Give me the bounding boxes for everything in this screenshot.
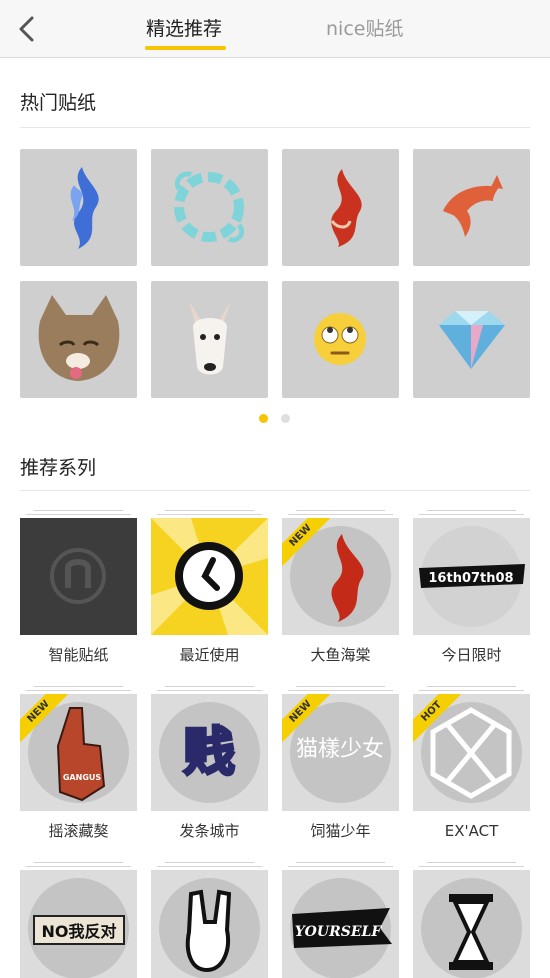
cover-text: 猫樣少女 [296, 737, 384, 762]
blue-flame-sticker-icon [70, 167, 99, 249]
stack-line [296, 510, 385, 511]
eye-roll-emoji-sticker-icon [314, 313, 366, 365]
active-tab-indicator [145, 46, 226, 50]
stack-line [157, 866, 262, 867]
cover-text: 贱 [183, 723, 235, 783]
cover-text: NO我反对 [42, 922, 117, 941]
series-cover [20, 518, 137, 635]
series-label: 摇滚藏獒 [48, 822, 109, 840]
stack-line [165, 510, 254, 511]
stack-line [26, 514, 131, 515]
stack-line [419, 514, 524, 515]
recommended-series-divider [20, 490, 530, 491]
tab-featured[interactable]: 精选推荐 [146, 17, 222, 41]
sticker-tile[interactable] [282, 149, 399, 266]
water-ring-sticker-icon [174, 171, 245, 243]
hot-stickers-divider [20, 127, 530, 128]
cat-face-sticker-icon [38, 295, 120, 381]
pennant-icon: YOURSELF [292, 908, 392, 948]
date-banner-icon: 16th07th08 [419, 564, 525, 588]
stack-line [26, 690, 131, 691]
stack-line [34, 510, 123, 511]
sticker-tile[interactable] [413, 281, 530, 398]
sticker-tile[interactable] [413, 149, 530, 266]
sticker-tile[interactable] [20, 149, 137, 266]
series-cover: HOT [413, 694, 530, 811]
series-cover: YOURSELF [282, 870, 399, 978]
stack-line [288, 866, 393, 867]
series-cover: 16th07th08 [413, 518, 530, 635]
series-label: EX'ACT [444, 822, 499, 840]
n-logo-icon [50, 548, 106, 604]
rock-hand-icon [185, 889, 232, 973]
sticker-tile[interactable] [151, 149, 268, 266]
pager-dot-active[interactable] [259, 414, 268, 423]
series-label: 最近使用 [179, 646, 240, 664]
chevron-left-icon [19, 16, 34, 42]
stack-line [165, 686, 254, 687]
back-button[interactable] [12, 10, 48, 48]
cover-text: GANGUS [63, 773, 102, 782]
stack-line [288, 690, 393, 691]
hourglass-icon [449, 894, 493, 970]
series-cover: NO我反对 [20, 870, 137, 978]
series-cover: 猫樣少女 NEW [282, 694, 399, 811]
stack-line [296, 686, 385, 687]
cover-text: YOURSELF [295, 924, 383, 940]
stack-line [427, 862, 516, 863]
stack-line [419, 690, 524, 691]
dolphin-sticker-icon [443, 175, 503, 237]
stack-line [34, 862, 123, 863]
recommended-series-title: 推荐系列 [20, 457, 97, 479]
diamond-sticker-icon [439, 311, 505, 369]
stack-line [427, 686, 516, 687]
graffiti-icon: 贱 [181, 722, 236, 785]
stack-line [157, 690, 262, 691]
no-sign-icon: NO我反对 [33, 915, 125, 945]
sticker-tile[interactable] [282, 281, 399, 398]
sticker-tile[interactable] [20, 281, 137, 398]
hot-stickers-title: 热门贴纸 [20, 92, 97, 114]
stack-line [26, 866, 131, 867]
stack-line [288, 514, 393, 515]
series-cover [413, 870, 530, 978]
stack-line [427, 510, 516, 511]
bull-terrier-sticker-icon [189, 301, 231, 375]
cover-text: 16th07th08 [428, 571, 513, 586]
series-label: 饲猫少年 [310, 822, 371, 840]
series-cover: GANGUS NEW [20, 694, 137, 811]
series-label: 大鱼海棠 [310, 646, 371, 664]
series-cover [151, 870, 268, 978]
series-label: 智能贴纸 [48, 646, 109, 664]
stack-line [419, 866, 524, 867]
stack-line [296, 862, 385, 863]
series-cover: 贱 [151, 694, 268, 811]
stack-line [165, 862, 254, 863]
series-cover: NEW [282, 518, 399, 635]
red-flame-sticker-icon [330, 169, 362, 247]
pager-dot[interactable] [281, 414, 290, 423]
top-nav-bar: 精选推荐 nice贴纸 [0, 0, 550, 58]
stack-line [34, 686, 123, 687]
stack-line [157, 514, 262, 515]
tab-nice-stickers[interactable]: nice贴纸 [326, 17, 403, 41]
series-cover [151, 518, 268, 635]
clock-icon [151, 518, 268, 635]
series-label: 今日限时 [441, 646, 502, 664]
sticker-tile[interactable] [151, 281, 268, 398]
series-label: 发条城市 [179, 822, 240, 840]
